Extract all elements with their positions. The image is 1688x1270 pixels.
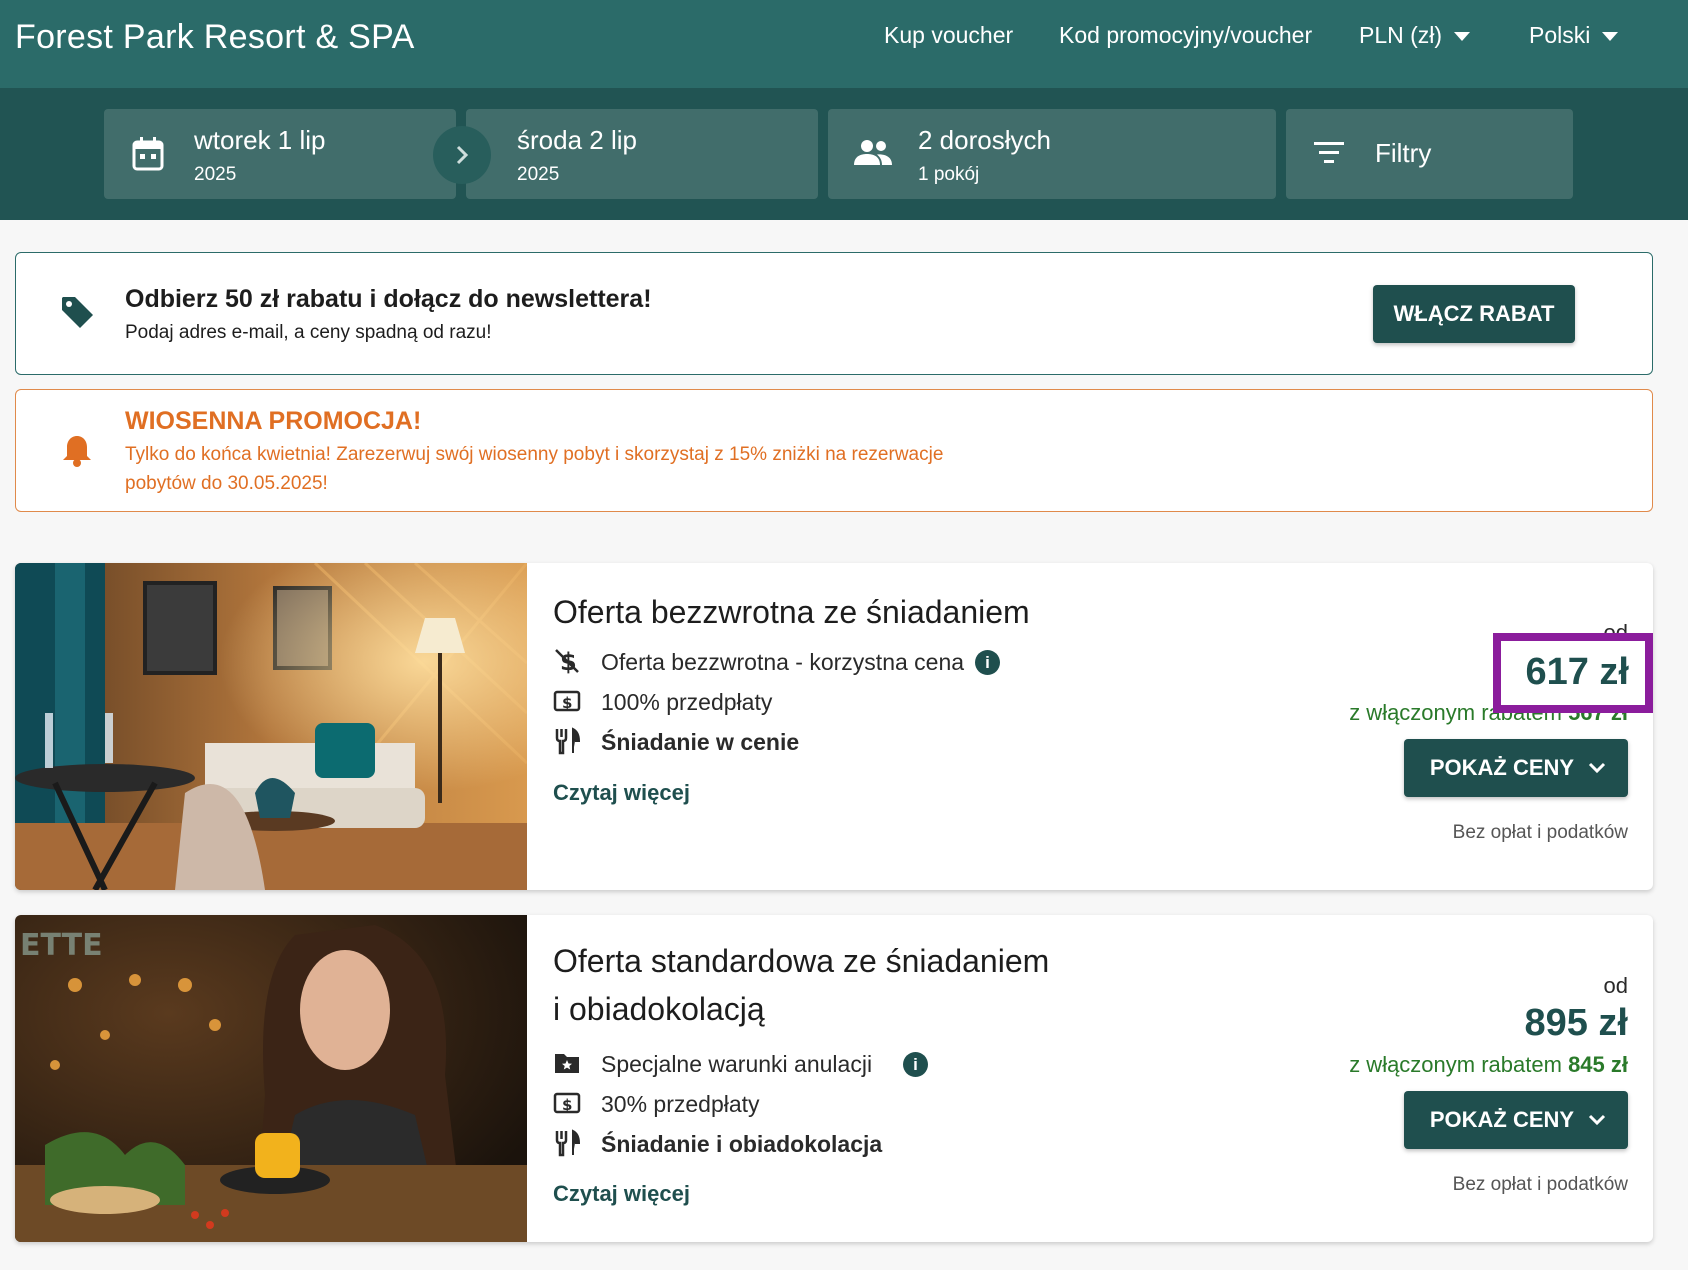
info-icon[interactable]: i bbox=[903, 1052, 928, 1077]
promo-desc: Tylko do końca kwietnia! Zarezerwuj swój… bbox=[125, 444, 944, 494]
offer-card-standard[interactable]: ETTE Oferta standardowa ze śniadaniem i … bbox=[15, 915, 1653, 1242]
bell-icon bbox=[63, 436, 91, 467]
top-header: Forest Park Resort & SPA Kup voucher Kod… bbox=[0, 0, 1688, 88]
cutlery-icon bbox=[555, 727, 581, 755]
svg-text:$: $ bbox=[562, 1096, 572, 1114]
people-icon bbox=[854, 140, 892, 165]
adults-count: 2 dorosłych bbox=[918, 125, 1051, 155]
top-nav: Kup voucher Kod promocyjny/voucher PLN (… bbox=[0, 22, 1688, 62]
price-from-label: od bbox=[1603, 973, 1628, 998]
discount-prefix: z włączonym rabatem bbox=[1349, 1052, 1562, 1077]
checkin-day: wtorek 1 lip bbox=[194, 125, 326, 155]
room-photo bbox=[15, 563, 527, 890]
feature-text: Śniadanie w cenie bbox=[601, 729, 800, 755]
offer-title-line2: i obiadokolacją bbox=[553, 991, 765, 1027]
search-bar: wtorek 1 lip 2025 środa 2 lip 2025 2 dor… bbox=[0, 88, 1688, 220]
language-label: Polski bbox=[1529, 22, 1591, 48]
newsletter-title: Odbierz 50 zł rabatu i dołącz do newslet… bbox=[125, 285, 652, 313]
info-icon[interactable]: i bbox=[975, 650, 1000, 675]
filter-icon bbox=[1314, 142, 1344, 163]
calendar-icon bbox=[132, 137, 164, 171]
feature-prepayment: $ 30% przedpłaty bbox=[553, 1087, 1153, 1121]
chevron-down-icon bbox=[1588, 762, 1606, 774]
tag-icon bbox=[62, 297, 93, 328]
discounted-price: z włączonym rabatem 845 zł bbox=[1349, 1052, 1628, 1078]
show-prices-label: POKAŻ CENY bbox=[1429, 755, 1575, 780]
currency-label: PLN (zł) bbox=[1359, 22, 1443, 48]
feature-prepayment: $ 100% przedpłaty bbox=[553, 685, 1153, 719]
discount-amount: 845 zł bbox=[1568, 1052, 1628, 1077]
offer-card-nonrefundable[interactable]: Oferta bezzwrotna ze śniadaniem $ Oferta… bbox=[15, 563, 1653, 890]
price-highlight-box: 617 zł bbox=[1493, 633, 1653, 713]
feature-breakfast: Śniadanie w cenie bbox=[553, 725, 1153, 759]
fees-note: Bez opłat i podatków bbox=[1452, 822, 1628, 843]
currency-select[interactable]: PLN (zł) bbox=[1359, 22, 1471, 49]
checkout-date-field[interactable]: środa 2 lip 2025 bbox=[466, 109, 818, 199]
feature-nonrefundable: $ Oferta bezzwrotna - korzystna cena i bbox=[553, 645, 1153, 679]
feature-text: Oferta bezzwrotna - korzystna cena bbox=[601, 649, 965, 675]
feature-text: Śniadanie i obiadokolacja bbox=[601, 1131, 883, 1157]
caret-down-icon bbox=[1602, 32, 1619, 42]
fees-note: Bez opłat i podatków bbox=[1452, 1174, 1628, 1195]
highlighted-price: 617 zł bbox=[1525, 651, 1629, 693]
buy-voucher-link[interactable]: Kup voucher bbox=[884, 22, 1013, 49]
promo-code-link[interactable]: Kod promocyjny/voucher bbox=[1059, 22, 1312, 49]
cutlery-icon bbox=[555, 1129, 581, 1157]
filters-label: Filtry bbox=[1375, 138, 1432, 168]
enable-discount-button[interactable]: WŁĄCZ RABAT bbox=[1373, 285, 1575, 343]
checkout-year: 2025 bbox=[517, 164, 560, 185]
show-prices-button[interactable]: POKAŻ CENY bbox=[1404, 1091, 1628, 1149]
newsletter-banner: Odbierz 50 zł rabatu i dołącz do newslet… bbox=[15, 252, 1653, 375]
show-prices-label: POKAŻ CENY bbox=[1429, 1107, 1575, 1132]
feature-text: 30% przedpłaty bbox=[601, 1091, 760, 1117]
filters-button[interactable]: Filtry bbox=[1286, 109, 1573, 199]
folder-star-icon bbox=[555, 1054, 579, 1073]
feature-text: Specjalne warunki anulacji bbox=[601, 1051, 873, 1077]
feature-meals: Śniadanie i obiadokolacja bbox=[553, 1127, 1153, 1161]
offer-title: Oferta bezzwrotna ze śniadaniem bbox=[553, 594, 1030, 630]
feature-cancellation: Specjalne warunki anulacji i bbox=[553, 1047, 1153, 1081]
read-more-link[interactable]: Czytaj więcej bbox=[553, 1181, 690, 1207]
dining-photo: ETTE bbox=[15, 915, 527, 1242]
checkout-day: środa 2 lip bbox=[517, 125, 637, 155]
offer-title-line1: Oferta standardowa ze śniadaniem bbox=[553, 943, 1050, 979]
svg-text:$: $ bbox=[562, 694, 572, 712]
feature-text: 100% przedpłaty bbox=[601, 689, 773, 715]
checkin-date-field[interactable]: wtorek 1 lip 2025 bbox=[104, 109, 456, 199]
chevron-down-icon bbox=[1588, 1114, 1606, 1126]
payment-icon: $ bbox=[553, 690, 581, 712]
checkin-year: 2025 bbox=[194, 164, 237, 185]
language-select[interactable]: Polski bbox=[1529, 22, 1619, 49]
read-more-link[interactable]: Czytaj więcej bbox=[553, 780, 690, 806]
offer-price: 895 zł bbox=[1524, 1002, 1628, 1044]
newsletter-desc: Podaj adres e-mail, a ceny spadną od raz… bbox=[125, 322, 492, 343]
caret-down-icon bbox=[1454, 32, 1471, 42]
chevron-right-icon bbox=[456, 145, 469, 165]
rooms-count: 1 pokój bbox=[918, 164, 980, 185]
show-prices-button[interactable]: POKAŻ CENY bbox=[1404, 739, 1628, 797]
money-off-icon: $ bbox=[555, 648, 579, 675]
next-date-button[interactable] bbox=[433, 126, 491, 184]
svg-text:ETTE: ETTE bbox=[20, 928, 103, 963]
payment-icon: $ bbox=[553, 1092, 581, 1114]
spring-promo-banner: WIOSENNA PROMOCJA! Tylko do końca kwietn… bbox=[15, 389, 1653, 512]
promo-title: WIOSENNA PROMOCJA! bbox=[125, 407, 422, 435]
guests-field[interactable]: 2 dorosłych 1 pokój bbox=[828, 109, 1276, 199]
